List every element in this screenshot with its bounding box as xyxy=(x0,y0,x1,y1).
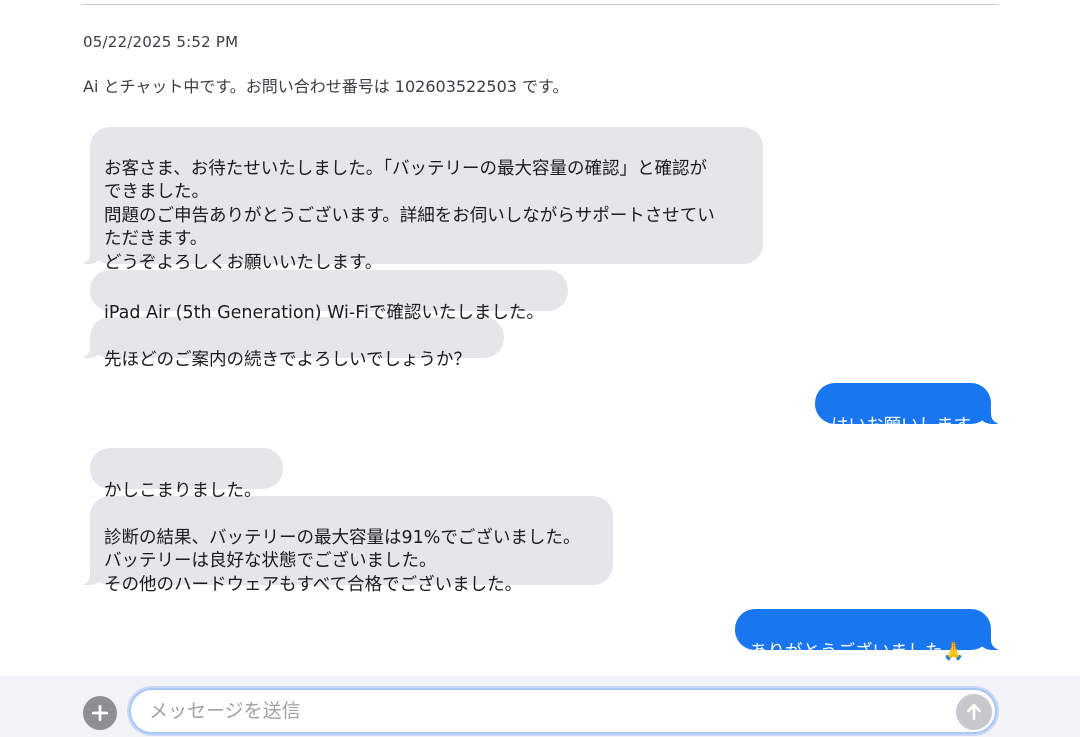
send-button[interactable] xyxy=(956,694,992,730)
user-message-bubble: ありがとうございました🙏 xyxy=(735,609,1001,662)
agent-message-bubble: 先ほどのご案内の続きでよろしいでしょうか？ xyxy=(80,317,504,370)
agent-message-bubble: iPad Air (5th Generation) Wi-Fiで確認いたしました… xyxy=(90,270,568,323)
chat-window: 05/22/2025 5:52 PM Ai とチャット中です。お問い合わせ番号は… xyxy=(0,0,1080,737)
message-text: ありがとうございました🙏 xyxy=(750,641,965,662)
chat-info-text: Ai とチャット中です。お問い合わせ番号は 102603522503 です。 xyxy=(83,77,569,96)
arrow-up-icon xyxy=(967,703,981,721)
add-attachment-button[interactable] xyxy=(83,696,117,730)
agent-message-bubble: かしこまりました。 xyxy=(90,448,283,501)
chat-timestamp: 05/22/2025 5:52 PM xyxy=(83,33,239,51)
message-text: iPad Air (5th Generation) Wi-Fiで確認いたしました… xyxy=(104,302,544,323)
message-text: お客さま、お待たせいたしました。「バッテリーの最大容量の確認」と確認が できまし… xyxy=(104,158,715,273)
agent-message-bubble: 診断の結果、バッテリーの最大容量は91%でございました。 バッテリーは良好な状態… xyxy=(80,496,613,595)
message-text: 先ほどのご案内の続きでよろしいでしょうか？ xyxy=(104,349,471,370)
message-input[interactable] xyxy=(129,688,997,734)
agent-message-bubble: お客さま、お待たせいたしました。「バッテリーの最大容量の確認」と確認が できまし… xyxy=(80,127,763,273)
message-text: 診断の結果、バッテリーの最大容量は91%でございました。 バッテリーは良好な状態… xyxy=(104,527,581,595)
message-text: かしこまりました。 xyxy=(104,480,262,501)
message-text: はいお願いします xyxy=(831,415,971,436)
user-message-bubble: はいお願いします xyxy=(815,383,1001,436)
top-divider xyxy=(82,4,998,5)
plus-icon xyxy=(92,705,108,721)
